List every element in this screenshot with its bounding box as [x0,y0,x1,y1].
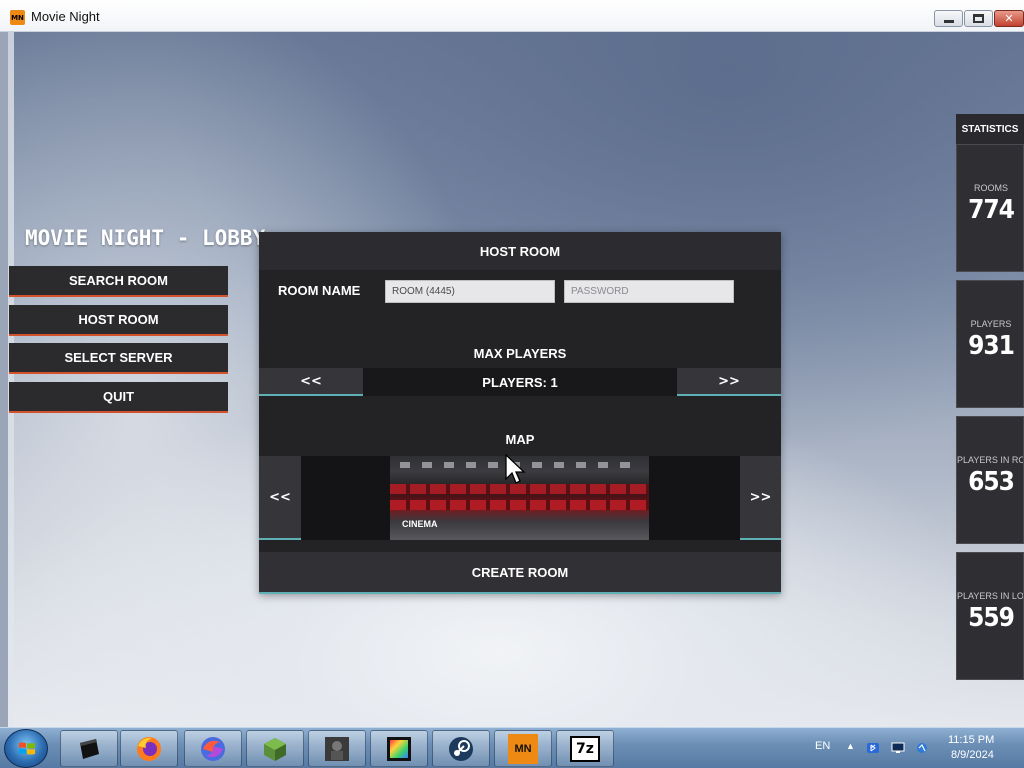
password-input[interactable] [564,280,734,303]
game-icon [325,736,349,761]
maximize-icon [973,14,984,23]
minimize-icon [943,20,954,23]
clock-date[interactable]: 8/9/2024 [951,749,994,761]
game-viewport: MOVIE NIGHT - LOBBY SEARCH ROOM HOST ROO… [8,32,1024,727]
map-label: MAP [505,432,535,447]
steam-icon [449,736,473,761]
quit-button[interactable]: QUIT [9,382,228,413]
room-name-input[interactable] [385,280,555,303]
close-icon: ✕ [1004,12,1014,25]
stat-label: PLAYERS [970,319,1012,329]
host-room-panel: HOST ROOM ROOM NAME MAX PLAYERS << PLAYE… [259,232,781,594]
players-value: PLAYERS: 1 [363,368,677,396]
windows-logo-icon [19,742,35,755]
taskbar: MN 7z EN ▲ 11:15 PM 8/9/2024 [0,727,1024,768]
room-name-label: ROOM NAME [278,283,361,298]
stat-card-players-in-room: PLAYERS IN ROOM 653 [956,416,1024,544]
app-icon: MN [10,10,25,25]
taskbar-firefox-button[interactable] [120,730,178,767]
minecraft-icon [264,737,286,761]
taskbar-frame-button[interactable] [370,730,428,767]
firefox-icon [137,736,161,761]
seats-row [390,500,649,510]
map-name: CINEMA [402,519,438,529]
browser-icon [201,736,225,761]
taskbar-7zip-button[interactable]: 7z [556,730,614,767]
show-hidden-icons-icon[interactable]: ▲ [846,741,855,751]
map-prev-button[interactable]: << [259,456,301,540]
clock-time[interactable]: 11:15 PM [948,734,994,746]
7zip-icon: 7z [570,735,600,762]
frame-icon [387,736,411,761]
stat-label: PLAYERS IN ROOM [957,455,1023,465]
map-slot-right [649,456,740,540]
players-increase-button[interactable]: >> [677,368,781,396]
host-room-button[interactable]: HOST ROOM [9,305,228,336]
stat-value: 559 [968,603,1015,633]
select-server-button[interactable]: SELECT SERVER [9,343,228,374]
stat-label: ROOMS [973,183,1008,193]
taskbar-movie-night-button[interactable]: MN [494,730,552,767]
stat-value: 774 [968,195,1015,225]
terminal-icon [80,738,99,759]
window-title: Movie Night [31,9,100,24]
start-button[interactable] [4,729,48,768]
bluetooth-tray-icon[interactable] [866,742,880,754]
statistics-header: STATISTICS [956,114,1024,144]
minimize-button[interactable] [934,10,963,27]
stat-card-players-in-lobby: PLAYERS IN LOBBY 559 [956,552,1024,680]
map-next-button[interactable]: >> [740,456,781,540]
max-players-label: MAX PLAYERS [473,346,567,361]
language-indicator[interactable]: EN [815,740,830,752]
host-room-header: HOST ROOM [259,232,781,270]
network-tray-icon[interactable] [891,742,905,754]
create-room-button[interactable]: CREATE ROOM [259,552,781,594]
search-room-button[interactable]: SEARCH ROOM [9,266,228,297]
stat-label: PLAYERS IN LOBBY [957,591,1024,601]
stat-value: 653 [968,467,1015,497]
close-button[interactable]: ✕ [994,10,1024,27]
window-titlebar: MN Movie Night ✕ [0,0,1024,32]
map-slot-left [301,456,390,540]
taskbar-steam-button[interactable] [432,730,490,767]
taskbar-minecraft-button[interactable] [246,730,304,767]
taskbar-terminal-button[interactable] [60,730,118,767]
stat-value: 931 [968,331,1015,361]
volume-tray-icon[interactable] [915,742,929,754]
lobby-title: MOVIE NIGHT - LOBBY [25,226,266,250]
players-decrease-button[interactable]: << [259,368,363,396]
stat-card-players: PLAYERS 931 [956,280,1024,408]
movie-night-icon: MN [508,733,538,764]
taskbar-browser-button[interactable] [184,730,242,767]
maximize-button[interactable] [964,10,993,27]
mouse-cursor-icon [505,454,526,484]
taskbar-game-button[interactable] [308,730,366,767]
stat-card-rooms: ROOMS 774 [956,144,1024,272]
